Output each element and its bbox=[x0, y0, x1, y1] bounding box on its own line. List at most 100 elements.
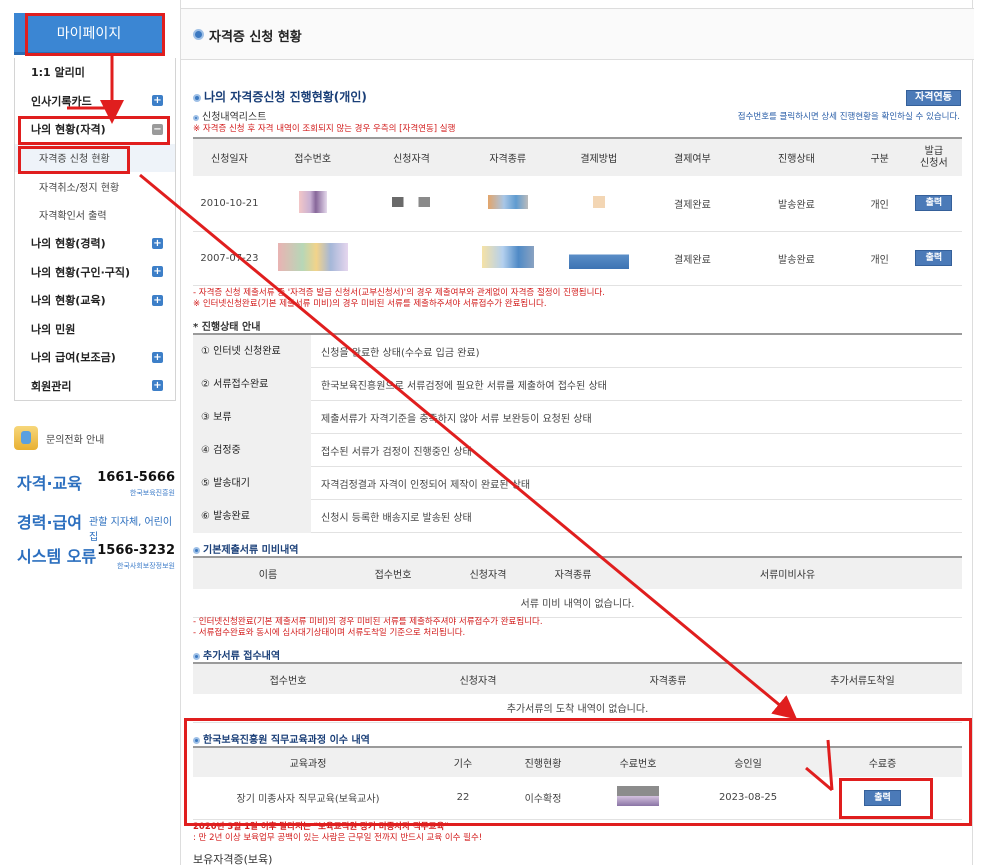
sidebar-item-alarm[interactable]: 1:1 알리미 bbox=[15, 58, 175, 87]
sidebar-item-cert-cancel[interactable]: 자격취소/정지 현황 bbox=[15, 172, 175, 201]
sidebar-item-label: 나의 민원 bbox=[31, 322, 76, 336]
col-print: 발급 신청서 bbox=[905, 137, 962, 176]
redacted-block bbox=[592, 195, 605, 208]
row-date: 2007-07-23 bbox=[193, 231, 266, 286]
col-qualification: 신청자격 bbox=[359, 137, 464, 176]
extra-docs-title: 추가서류 접수내역 bbox=[193, 647, 280, 662]
print-button[interactable]: 출력 bbox=[915, 250, 953, 266]
missing-docs-title-text: 기본제출서류 미비내역 bbox=[203, 545, 299, 556]
bullet-icon bbox=[193, 115, 199, 121]
contact-system: 시스템 오류 1566-3232 한국사회보장정보원 bbox=[17, 543, 179, 571]
sidebar-item-my-education[interactable]: 나의 현황(교육) + bbox=[15, 286, 175, 315]
list-title: 신청내역리스트 bbox=[193, 108, 266, 123]
table-row: 2010-10-21 결제완료 발송완료 개인 출력 bbox=[193, 176, 962, 232]
col-qualification: 신청자격 bbox=[443, 556, 533, 589]
col-kind: 구분 bbox=[853, 137, 906, 176]
col-qualification: 신청자격 bbox=[383, 662, 573, 694]
annotation-box-certificate-button bbox=[839, 778, 933, 819]
contact-inline: 관할 지자체, 어린이집 bbox=[89, 517, 173, 543]
status-value: 신청시 등록한 배송지로 발송된 상태 bbox=[321, 512, 472, 524]
contact-qualification: 자격·교육 1661-5666 한국보육진흥원 bbox=[17, 470, 179, 498]
training-note-2: : 만 2년 이상 보육업무 공백이 있는 사람은 근무일 전까지 반드시 교육… bbox=[193, 833, 483, 843]
col-receipt: 접수번호 bbox=[193, 662, 383, 694]
annotation-box-mypage bbox=[25, 13, 165, 56]
sidebar-item-personnel-card[interactable]: 인사기록카드 + bbox=[15, 87, 175, 116]
plus-icon[interactable]: + bbox=[152, 380, 163, 392]
page-header: 자격증 신청 현황 bbox=[181, 8, 974, 60]
status-key: ① 인터넷 신청완료 bbox=[193, 334, 311, 368]
owned-certificates-title: 보유자격증(보육) bbox=[193, 853, 273, 865]
redacted-block bbox=[298, 190, 327, 213]
status-value: 자격검정결과 자격이 인정되어 제작이 완료된 상태 bbox=[321, 479, 531, 491]
col-type: 자격종류 bbox=[463, 137, 552, 176]
redacted-block bbox=[487, 194, 528, 209]
plus-icon[interactable]: + bbox=[152, 351, 163, 363]
contact-number: 1566-3232 bbox=[97, 543, 175, 558]
contact-label: 시스템 오류 bbox=[17, 547, 97, 566]
sidebar-item-label: 자격확인서 출력 bbox=[39, 211, 107, 223]
sidebar-item-my-career[interactable]: 나의 현황(경력) + bbox=[15, 229, 175, 258]
progress-note-2: ※ 인터넷신청완료(기본 제출서류 미비)의 경우 미비된 서류를 제출하주셔야… bbox=[193, 299, 547, 309]
col-state: 진행상태 bbox=[739, 137, 854, 176]
link-qualification-button[interactable]: 자격연동 bbox=[906, 90, 961, 106]
redacted-block bbox=[392, 196, 431, 207]
sidebar-item-label: 나의 현황(경력) bbox=[31, 237, 106, 251]
col-date: 신청일자 bbox=[193, 137, 266, 176]
progress-title: 나의 자격증신청 진행현황(개인) bbox=[193, 88, 367, 105]
sidebar-item-my-salary[interactable]: 나의 급여(보조금) + bbox=[15, 343, 175, 372]
bullet-icon bbox=[193, 29, 204, 40]
table-header-row: 신청일자 접수번호 신청자격 자격종류 결제방법 결제여부 진행상태 구분 발급… bbox=[193, 137, 962, 176]
row-paid: 결제완료 bbox=[645, 231, 740, 286]
sidebar-item-label: 나의 급여(보조금) bbox=[31, 351, 116, 365]
row-receipt-redacted[interactable] bbox=[265, 176, 360, 232]
sidebar-item-my-jobs[interactable]: 나의 현황(구인·구직) + bbox=[15, 258, 175, 287]
col-type: 자격종류 bbox=[533, 556, 613, 589]
row-receipt-redacted[interactable] bbox=[265, 231, 360, 286]
missing-docs-title: 기본제출서류 미비내역 bbox=[193, 541, 298, 556]
link-warning: ※ 자격증 신청 후 자격 내역이 조회되지 않는 경우 우측의 [자격연동] … bbox=[193, 124, 456, 134]
row-kind: 개인 bbox=[853, 176, 906, 232]
status-value: 신청을 완료한 상태(수수료 입금 완료) bbox=[321, 347, 480, 359]
status-guide-title: * 진행상태 안내 bbox=[193, 322, 261, 333]
contact-career: 경력·급여 관할 지자체, 어린이집 bbox=[17, 509, 179, 543]
row-kind: 개인 bbox=[853, 231, 906, 286]
row-type-redacted bbox=[463, 176, 552, 232]
plus-icon[interactable]: + bbox=[152, 266, 163, 278]
status-row: ⑥ 발송완료 신청시 등록한 배송지로 발송된 상태 bbox=[193, 499, 962, 533]
col-name: 이름 bbox=[193, 556, 343, 589]
sidebar-item-my-complaints[interactable]: 나의 민원 bbox=[15, 315, 175, 344]
extra-docs-table: 접수번호 신청자격 자격종류 추가서류도착일 추가서류의 도착 내역이 없습니다… bbox=[193, 662, 962, 723]
plus-icon[interactable]: + bbox=[152, 95, 163, 107]
status-key: ⑥ 발송완료 bbox=[193, 499, 311, 533]
call-guide-label: 문의전화 안내 bbox=[46, 434, 105, 446]
call-guide: 문의전화 안내 bbox=[14, 424, 179, 452]
col-payment: 결제여부 bbox=[645, 137, 740, 176]
status-row: ⑤ 발송대기 자격검정결과 자격이 인정되어 제작이 완료된 상태 bbox=[193, 466, 962, 500]
row-paid: 결제완료 bbox=[645, 176, 740, 232]
plus-icon[interactable]: + bbox=[152, 294, 163, 306]
contact-number: 1661-5666 bbox=[97, 470, 175, 485]
table-row: 서류 미비 내역이 없습니다. bbox=[193, 589, 962, 618]
status-value: 접수된 서류가 검정이 진행중인 상태 bbox=[321, 446, 472, 458]
col-type: 자격종류 bbox=[573, 662, 763, 694]
annotation-box-qualification bbox=[18, 116, 170, 145]
row-state: 발송완료 bbox=[739, 231, 854, 286]
row-qualification-redacted bbox=[359, 176, 464, 232]
sidebar-item-cert-confirm-print[interactable]: 자격확인서 출력 bbox=[15, 201, 175, 230]
print-button[interactable]: 출력 bbox=[915, 195, 953, 212]
progress-note-1: - 자격증 신청 제출서류 중 '자격증 발급 신청서(교부신청서)'의 경우 … bbox=[193, 288, 605, 298]
extra-docs-title-text: 추가서류 접수내역 bbox=[203, 651, 281, 662]
row-print: 출력 bbox=[905, 176, 962, 232]
status-row: ① 인터넷 신청완료 신청을 완료한 상태(수수료 입금 완료) bbox=[193, 334, 962, 368]
sidebar-item-member[interactable]: 회원관리 + bbox=[15, 372, 175, 401]
row-qualification-redacted bbox=[359, 231, 464, 286]
col-receipt: 접수번호 bbox=[265, 137, 360, 176]
sidebar-item-label: 나의 현황(구인·구직) bbox=[31, 265, 131, 279]
status-key: ③ 보류 bbox=[193, 400, 311, 434]
annotation-box-cert-application bbox=[18, 146, 130, 174]
plus-icon[interactable]: + bbox=[152, 237, 163, 249]
list-title-text: 신청내역리스트 bbox=[202, 112, 267, 123]
status-key: ② 서류접수완료 bbox=[193, 367, 311, 401]
redacted-block bbox=[277, 242, 348, 271]
status-value: 한국보육진흥원으로 서류검정에 필요한 서류를 제출하여 접수된 상태 bbox=[321, 380, 607, 392]
